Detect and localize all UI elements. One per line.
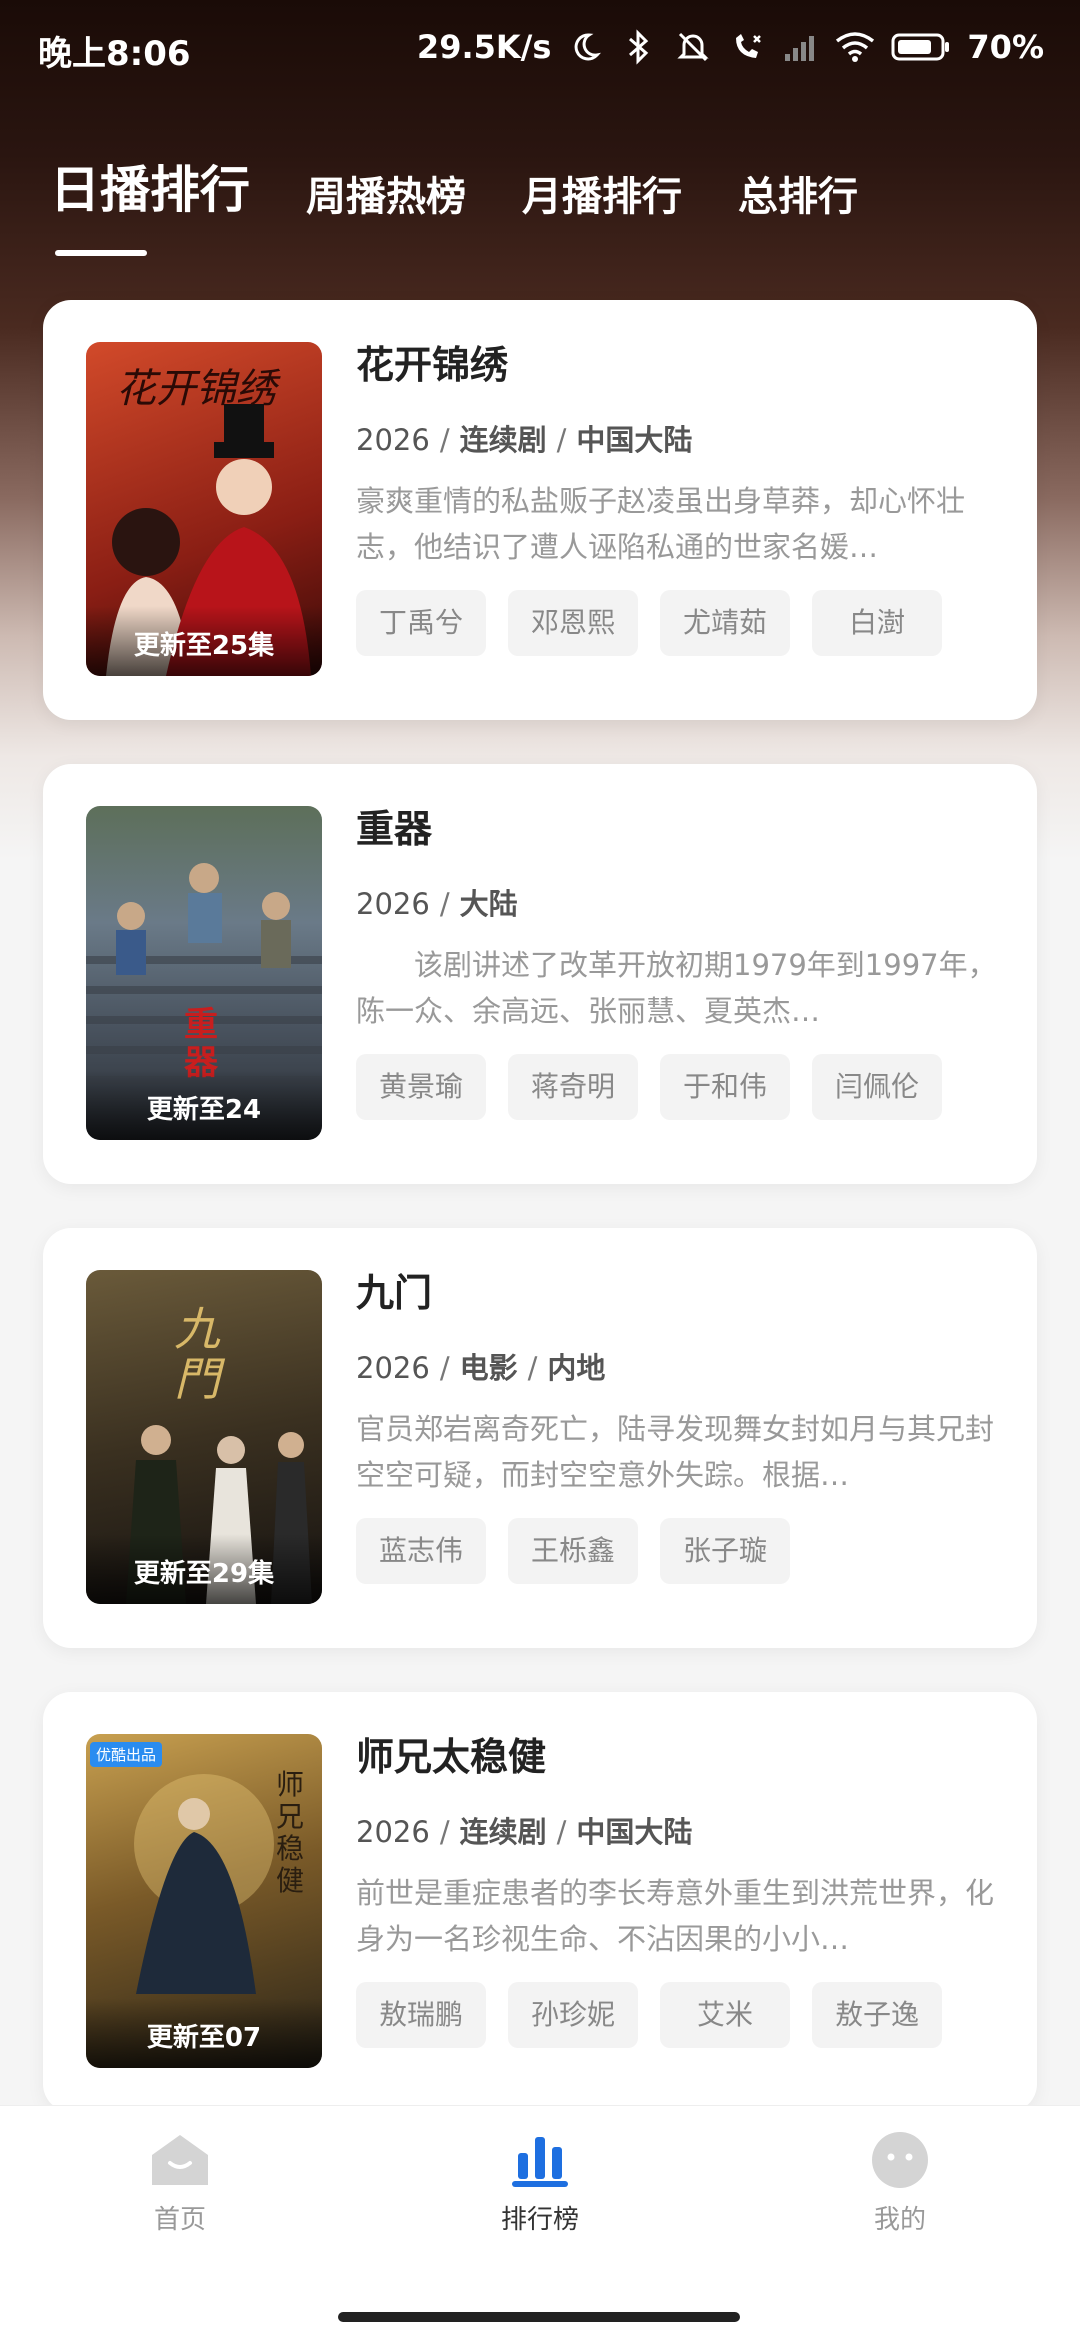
ranking-card[interactable]: 重 器 更新至24 重器 2026/大陆 该剧讲述了改革开放初期1979年到19… bbox=[43, 764, 1037, 1184]
card-title[interactable]: 九门 bbox=[356, 1268, 1006, 1318]
card-title[interactable]: 重器 bbox=[356, 804, 1006, 854]
home-indicator[interactable] bbox=[338, 2312, 740, 2322]
ranking-icon bbox=[512, 2137, 568, 2187]
update-badge: 更新至25集 bbox=[86, 606, 322, 676]
card-meta: 2026/连续剧 / 中国大陆 bbox=[356, 1815, 693, 1849]
actor-chip[interactable]: 白澍 bbox=[812, 590, 942, 656]
actor-chip[interactable]: 丁禹兮 bbox=[356, 590, 486, 656]
card-year: 2026 bbox=[356, 1815, 430, 1849]
battery-level: 70% bbox=[967, 28, 1044, 66]
card-description: 豪爽重情的私盐贩子赵凌虽出身草莽，却心怀壮志，他结识了遭人诬陷私通的世家名媛… bbox=[356, 484, 966, 564]
card-description: 官员郑岩离奇死亡，陆寻发现舞女封如月与其兄封空空可疑，而封空空意外失踪。根据… bbox=[356, 1412, 995, 1492]
active-tab-indicator bbox=[55, 250, 147, 256]
bottom-navigation: 首页 排行榜 我的 bbox=[0, 2105, 1080, 2341]
svg-text:稳: 稳 bbox=[276, 1832, 304, 1865]
moon-icon bbox=[565, 27, 605, 67]
update-badge: 更新至29集 bbox=[86, 1534, 322, 1604]
profile-icon bbox=[872, 2132, 928, 2188]
ranking-card[interactable]: 花开锦绣 更新至25集 花开锦绣 2026/连续剧 / 中国大陆 豪爽重情的私盐贩子… bbox=[43, 300, 1037, 720]
actor-chip[interactable]: 于和伟 bbox=[660, 1054, 790, 1120]
svg-text:兄: 兄 bbox=[276, 1800, 304, 1833]
wifi-icon bbox=[835, 27, 875, 67]
card-title[interactable]: 师兄太稳健 bbox=[356, 1732, 1006, 1782]
card-region: 中国大陆 bbox=[576, 1815, 693, 1849]
poster-image: 九 門 更新至29集 bbox=[86, 1270, 322, 1604]
nav-home-label: 首页 bbox=[153, 2205, 206, 2235]
nav-profile-label: 我的 bbox=[873, 2205, 926, 2235]
tab-daily[interactable]: 日播排行 bbox=[50, 150, 250, 222]
status-time: 晚上8:06 bbox=[38, 34, 191, 74]
card-year: 2026 bbox=[356, 423, 430, 457]
ranking-card[interactable]: 师 兄 稳 健 优酷出品 更新至07 师兄太稳健 2026/连续剧 / 中国大陆 前… bbox=[43, 1692, 1037, 2112]
actor-chip[interactable]: 邓恩熙 bbox=[508, 590, 638, 656]
card-type: 连续剧 bbox=[459, 1815, 547, 1849]
actor-list: 丁禹兮 邓恩熙 尤靖茹 白澍 bbox=[356, 590, 1006, 656]
svg-text:花开锦绣: 花开锦绣 bbox=[116, 366, 281, 412]
nav-home[interactable]: 首页 bbox=[100, 2131, 260, 2236]
svg-text:門: 門 bbox=[174, 1352, 226, 1406]
poster-image: 重 器 更新至24 bbox=[86, 806, 322, 1140]
card-type: 连续剧 bbox=[459, 423, 547, 457]
svg-text:师: 师 bbox=[276, 1768, 304, 1801]
card-region: 内地 bbox=[547, 1351, 606, 1385]
actor-chip[interactable]: 敖瑞鹏 bbox=[356, 1982, 486, 2048]
ranking-card[interactable]: 九 門 更新至29集 九门 2026/电影 / 内地 官员郑岩离奇死亡，陆寻发现舞女… bbox=[43, 1228, 1037, 1648]
actor-chip[interactable]: 敖子逸 bbox=[812, 1982, 942, 2048]
actor-chip[interactable]: 蓝志伟 bbox=[356, 1518, 486, 1584]
actor-chip[interactable]: 黄景瑜 bbox=[356, 1054, 486, 1120]
svg-text:重: 重 bbox=[184, 1005, 218, 1045]
tab-monthly[interactable]: 月播排行 bbox=[522, 164, 682, 222]
card-description: 前世是重症患者的李长寿意外重生到洪荒世界，化身为一名珍视生命、不沾因果的小小… bbox=[356, 1876, 995, 1956]
card-region: 中国大陆 bbox=[576, 423, 693, 457]
status-bar: 晚上8:06 29.5K/s 70% bbox=[0, 0, 1080, 100]
poster-image: 花开锦绣 更新至25集 bbox=[86, 342, 322, 676]
actor-chip[interactable]: 闫佩伦 bbox=[812, 1054, 942, 1120]
tab-overall[interactable]: 总排行 bbox=[738, 164, 858, 222]
actor-chip[interactable]: 孙珍妮 bbox=[508, 1982, 638, 2048]
card-title[interactable]: 花开锦绣 bbox=[356, 340, 1006, 390]
status-icons: 29.5K/s 70% bbox=[417, 22, 1044, 72]
card-meta: 2026/连续剧 / 中国大陆 bbox=[356, 423, 693, 457]
actor-chip[interactable]: 艾米 bbox=[660, 1982, 790, 2048]
svg-text:健: 健 bbox=[276, 1864, 304, 1897]
net-speed: 29.5K/s bbox=[416, 28, 552, 66]
call-icon bbox=[727, 27, 767, 67]
actor-chip[interactable]: 王栎鑫 bbox=[508, 1518, 638, 1584]
actor-chip[interactable]: 张子璇 bbox=[660, 1518, 790, 1584]
bluetooth-icon bbox=[619, 27, 659, 67]
nav-profile[interactable]: 我的 bbox=[820, 2131, 980, 2236]
poster-tag: 优酷出品 bbox=[90, 1742, 163, 1767]
nav-ranking[interactable]: 排行榜 bbox=[460, 2131, 620, 2236]
update-badge: 更新至24 bbox=[86, 1070, 322, 1140]
home-icon bbox=[152, 2135, 208, 2185]
svg-text:九: 九 bbox=[174, 1302, 221, 1356]
mute-icon bbox=[673, 27, 713, 67]
actor-chip[interactable]: 尤靖茹 bbox=[660, 590, 790, 656]
poster-image: 师 兄 稳 健 优酷出品 更新至07 bbox=[86, 1734, 322, 2068]
nav-ranking-label: 排行榜 bbox=[500, 2205, 579, 2235]
actor-chip[interactable]: 蒋奇明 bbox=[508, 1054, 638, 1120]
card-year: 2026 bbox=[356, 1351, 430, 1385]
actor-list: 黄景瑜 蒋奇明 于和伟 闫佩伦 bbox=[356, 1054, 1006, 1120]
ranking-tabs: 日播排行 周播热榜 月播排行 总排行 bbox=[50, 150, 914, 222]
signal-icon bbox=[781, 27, 821, 67]
card-meta: 2026/电影 / 内地 bbox=[356, 1351, 606, 1385]
card-region: 大陆 bbox=[459, 887, 518, 921]
tab-weekly[interactable]: 周播热榜 bbox=[306, 164, 466, 222]
actor-list: 敖瑞鹏 孙珍妮 艾米 敖子逸 bbox=[356, 1982, 1006, 2048]
update-badge: 更新至07 bbox=[86, 1998, 322, 2068]
card-year: 2026 bbox=[356, 887, 430, 921]
card-type: 电影 bbox=[459, 1351, 518, 1385]
actor-list: 蓝志伟 王栎鑫 张子璇 bbox=[356, 1518, 1006, 1584]
battery-icon bbox=[889, 27, 953, 67]
card-description: 该剧讲述了改革开放初期1979年到1997年，陈一众、余高远、张丽慧、夏英杰… bbox=[356, 948, 997, 1028]
card-meta: 2026/大陆 bbox=[356, 887, 518, 921]
